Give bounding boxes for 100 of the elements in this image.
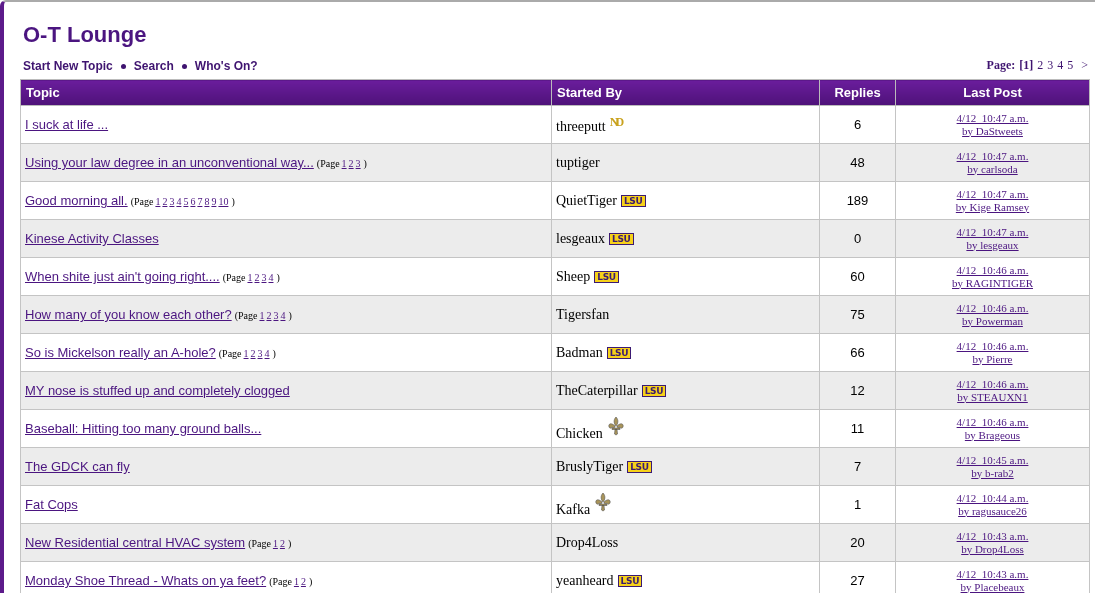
topic-link[interactable]: New Residential central HVAC system <box>25 535 246 550</box>
last-post-author-link[interactable]: by STEAUXN1 <box>957 390 1028 404</box>
page-link[interactable]: 10 <box>218 196 229 207</box>
page-link[interactable]: 4 <box>176 196 182 207</box>
topic-link[interactable]: When shite just ain't going right.... <box>25 269 220 284</box>
last-post-time-link[interactable]: 4/12 10:47 a.m. <box>956 111 1029 125</box>
page-link[interactable]: 1 <box>341 158 347 169</box>
last-post-author-link[interactable]: by Pierre <box>972 352 1013 366</box>
nav-link[interactable]: Start New Topic <box>23 59 113 73</box>
topic-link[interactable]: Baseball: Hitting too many ground balls... <box>25 421 262 436</box>
page-link[interactable]: 3 <box>261 272 267 283</box>
page-link[interactable]: 2 <box>1037 58 1044 73</box>
last-post-time-link[interactable]: 4/12 10:46 a.m. <box>956 263 1029 277</box>
page-suffix: ) <box>272 348 276 359</box>
team-logo: ND <box>609 114 622 130</box>
page-link[interactable]: 9 <box>211 196 217 207</box>
last-post-time-link[interactable]: 4/12 10:43 a.m. <box>956 529 1029 543</box>
topic-link[interactable]: The GDCK can fly <box>25 459 130 474</box>
topic-link[interactable]: How many of you know each other? <box>25 307 232 322</box>
page-link[interactable]: 3 <box>355 158 361 169</box>
page-link[interactable]: [1] <box>1019 58 1034 73</box>
page-link[interactable]: 3 <box>257 348 263 359</box>
page-link[interactable]: 4 <box>268 272 274 283</box>
fleur-de-lis-icon <box>594 491 613 512</box>
next-page-link[interactable]: > <box>1081 58 1088 73</box>
last-post-author-link[interactable]: by Powerman <box>962 314 1023 328</box>
page-link[interactable]: 1 <box>247 272 253 283</box>
page-link[interactable]: 5 <box>183 196 189 207</box>
topic-link[interactable]: Fat Cops <box>25 497 78 512</box>
page-link[interactable]: 6 <box>190 196 196 207</box>
page-link[interactable]: 1 <box>155 196 161 207</box>
last-post-time-link[interactable]: 4/12 10:46 a.m. <box>956 415 1029 429</box>
page-link[interactable]: 4 <box>280 310 286 321</box>
nav-link[interactable]: Search <box>133 59 174 73</box>
last-post-author-link[interactable]: by Placebeaux <box>960 580 1025 593</box>
last-post-time-link[interactable]: 4/12 10:44 a.m. <box>956 491 1029 505</box>
page-link[interactable]: 2 <box>250 348 256 359</box>
page-link[interactable]: 3 <box>1047 58 1054 73</box>
last-post-time-link[interactable]: 4/12 10:47 a.m. <box>956 225 1029 239</box>
author-name: TheCaterpillar <box>556 382 638 398</box>
team-logo: LSU <box>627 460 652 473</box>
page-link[interactable]: 2 <box>348 158 354 169</box>
last-post-time-link[interactable]: 4/12 10:43 a.m. <box>956 567 1029 581</box>
page-link[interactable]: 1 <box>293 576 299 587</box>
reply-count: 27 <box>850 573 865 588</box>
last-post-time-link[interactable]: 4/12 10:46 a.m. <box>956 301 1029 315</box>
page-link[interactable]: 1 <box>243 348 249 359</box>
author-name: BruslyTiger <box>556 458 624 474</box>
last-post-author-link[interactable]: by Kige Ramsey <box>955 200 1030 214</box>
topic-link[interactable]: I suck at life ... <box>25 117 109 132</box>
bullet-icon <box>120 63 126 69</box>
author-name: Sheep <box>556 268 591 284</box>
page-link[interactable]: 2 <box>254 272 260 283</box>
last-post-author-link[interactable]: by ragusauce26 <box>958 504 1027 518</box>
page-link[interactable]: 4 <box>264 348 270 359</box>
last-post-time-link[interactable]: 4/12 10:47 a.m. <box>956 149 1029 163</box>
page-link[interactable]: 3 <box>273 310 279 321</box>
author-name: tuptiger <box>556 154 600 170</box>
author-name: Drop4Loss <box>556 534 619 550</box>
topic-link[interactable]: Good morning all. <box>25 193 128 208</box>
team-logo: LSU <box>617 574 643 587</box>
last-post-author-link[interactable]: by Drop4Loss <box>961 542 1024 556</box>
topic-link[interactable]: So is Mickelson really an A-hole? <box>25 345 216 360</box>
page-link[interactable]: 5 <box>1067 58 1074 73</box>
last-post-author-link[interactable]: by RAGINTIGER <box>952 276 1033 290</box>
nav-link[interactable]: Who's On? <box>194 59 258 73</box>
page-link[interactable]: 7 <box>197 196 203 207</box>
page-prefix: (Page <box>248 538 271 549</box>
page-link[interactable]: 1 <box>259 310 265 321</box>
last-post-author-link[interactable]: by carlsoda <box>967 162 1018 176</box>
reply-count: 0 <box>853 231 862 246</box>
page-link[interactable]: 3 <box>169 196 175 207</box>
team-logo: LSU <box>620 194 646 207</box>
page-link[interactable]: 2 <box>279 538 285 549</box>
fleur-de-lis-icon <box>606 415 625 436</box>
topic-link[interactable]: MY nose is stuffed up and completely clogged <box>25 383 290 398</box>
page-link[interactable]: 8 <box>204 196 210 207</box>
reply-count: 1 <box>853 497 862 512</box>
last-post-author-link[interactable]: by DaStweets <box>962 124 1023 138</box>
topic-link[interactable]: Monday Shoe Thread - Whats on ya feet? <box>25 573 267 588</box>
topic-link[interactable]: Using your law degree in an unconventional way... <box>25 155 314 170</box>
last-post-time-link[interactable]: 4/12 10:45 a.m. <box>956 453 1029 467</box>
last-post-author-link[interactable]: by b-rab2 <box>971 466 1014 480</box>
page-link[interactable]: 1 <box>272 538 278 549</box>
last-post-time-link[interactable]: 4/12 10:47 a.m. <box>956 187 1029 201</box>
reply-count: 12 <box>850 383 865 398</box>
topic-link[interactable]: Kinese Activity Classes <box>25 231 159 246</box>
page-link[interactable]: 2 <box>162 196 168 207</box>
team-logo: LSU <box>641 384 667 397</box>
last-post-time-link[interactable]: 4/12 10:46 a.m. <box>956 339 1029 353</box>
team-logo: LSU <box>606 346 632 359</box>
reply-count: 20 <box>850 535 865 550</box>
last-post-author-link[interactable]: by Brageous <box>964 428 1021 442</box>
page-suffix: ) <box>363 158 367 169</box>
page-link[interactable]: 2 <box>300 576 306 587</box>
page-link[interactable]: 4 <box>1057 58 1064 73</box>
page-prefix: (Page <box>130 196 154 207</box>
last-post-time-link[interactable]: 4/12 10:46 a.m. <box>956 377 1029 391</box>
page-link[interactable]: 2 <box>266 310 272 321</box>
last-post-author-link[interactable]: by lesgeaux <box>966 238 1019 252</box>
